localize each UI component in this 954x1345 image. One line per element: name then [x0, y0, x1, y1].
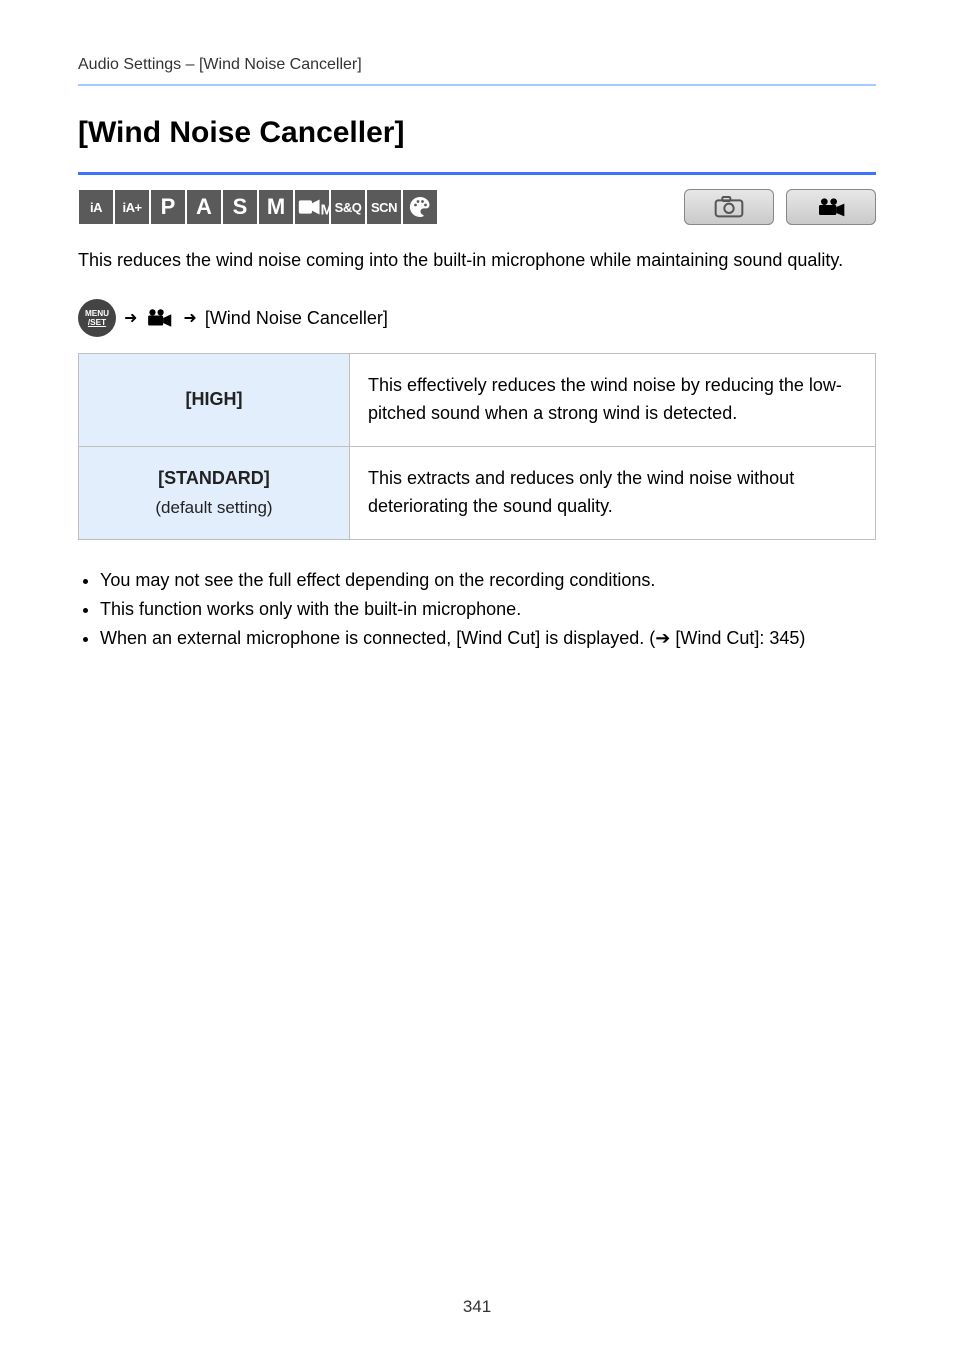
breadcrumb: Audio Settings – [Wind Noise Canceller] — [78, 50, 876, 84]
mode-row: iA iA+ P A S M M S&Q SCN — [78, 189, 876, 225]
mode-iaplus-icon: iA+ — [114, 189, 150, 225]
list-item: This function works only with the built-… — [100, 595, 876, 624]
title-underline — [78, 172, 876, 175]
mode-icons-right — [684, 189, 876, 225]
mode-m-icon: M — [258, 189, 294, 225]
video-menu-icon — [145, 306, 175, 330]
mode-a-icon: A — [186, 189, 222, 225]
mode-p-icon: P — [150, 189, 186, 225]
photo-badge-icon — [684, 189, 774, 225]
list-item: When an external microphone is connected… — [100, 624, 876, 653]
option-desc: This effectively reduces the wind noise … — [349, 354, 875, 447]
page-number: 341 — [0, 1297, 954, 1317]
mode-ia-icon: iA — [78, 189, 114, 225]
table-row: [HIGH] This effectively reduces the wind… — [79, 354, 876, 447]
mode-sq-icon: S&Q — [330, 189, 366, 225]
list-item: You may not see the full effect dependin… — [100, 566, 876, 595]
mode-scn-icon: SCN — [366, 189, 402, 225]
breadcrumb-underline — [78, 84, 876, 86]
svg-text:M: M — [321, 202, 330, 219]
mode-video-m-icon: M — [294, 189, 330, 225]
arrow-right-icon: ➜ — [183, 308, 196, 328]
mode-icons-left: iA iA+ P A S M M S&Q SCN — [78, 189, 438, 225]
notes-list: You may not see the full effect dependin… — [78, 566, 876, 652]
arrow-right-icon: ➜ — [124, 308, 137, 328]
intro-text: This reduces the wind noise coming into … — [78, 247, 876, 273]
table-row: [STANDARD] (default setting) This extrac… — [79, 446, 876, 539]
options-table: [HIGH] This effectively reduces the wind… — [78, 353, 876, 540]
menu-path: MENU /SET ➜ ➜ [Wind Noise Canceller] — [78, 299, 876, 337]
option-key: [HIGH] — [79, 354, 350, 447]
menu-path-label: [Wind Noise Canceller] — [205, 308, 388, 329]
page-title: [Wind Noise Canceller] — [78, 116, 876, 150]
option-desc: This extracts and reduces only the wind … — [349, 446, 875, 539]
menu-set-icon: MENU /SET — [78, 299, 116, 337]
mode-s-icon: S — [222, 189, 258, 225]
mode-palette-icon — [402, 189, 438, 225]
video-badge-icon — [786, 189, 876, 225]
option-key: [STANDARD] (default setting) — [79, 446, 350, 539]
